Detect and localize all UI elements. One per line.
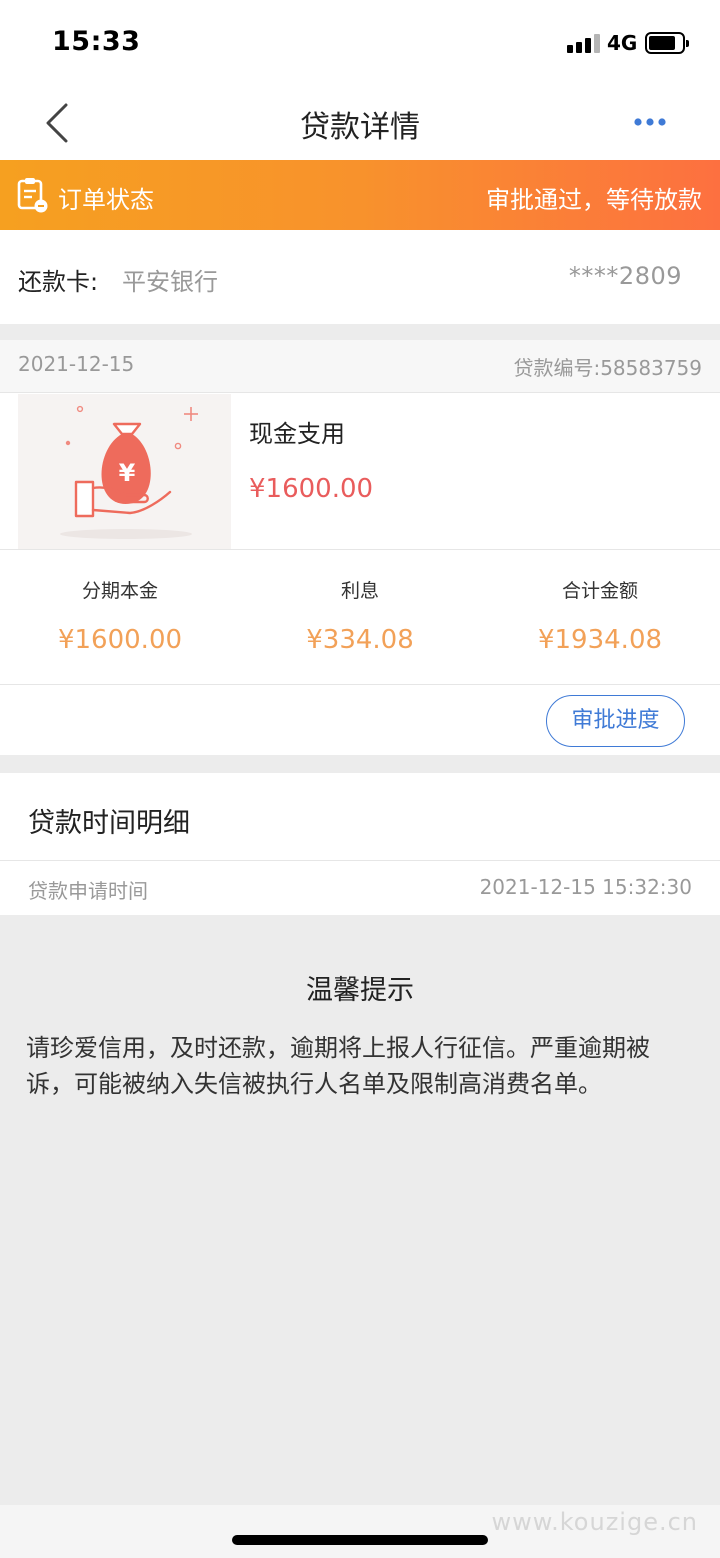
summary-label: 合计金额 [561,580,638,602]
summary-value: ¥334.08 [306,625,414,655]
loan-time-detail: 贷款时间明细 贷款申请时间 2021-12-15 15:32:30 [0,773,720,915]
loan-date: 2021-12-15 [18,352,135,376]
summary-value: ¥1934.08 [537,625,663,655]
summary-total: 合计金额 ¥1934.08 [480,576,720,655]
watermark: www.kouzige.cn [491,1508,698,1536]
section-title: 贷款时间明细 [28,808,190,839]
tips-title: 温馨提示 [306,975,414,1006]
summary-interest: 利息 ¥334.08 [240,576,480,655]
summary-label: 利息 [340,580,379,602]
battery-icon [645,32,689,54]
order-status-banner: 订单状态 审批通过，等待放款 [0,160,720,230]
loan-card: 2021-12-15 贷款编号:58583759 ¥ 现金支用 ¥1600.00… [0,340,720,755]
network-type: 4G [607,31,638,55]
divider [0,549,720,550]
home-indicator[interactable] [232,1535,488,1545]
nav-bar: 贷款详情 [0,88,720,160]
order-status-label: 订单状态 [58,186,154,214]
repay-card-row: 还款卡: 平安银行 ****2809 [0,230,720,324]
order-status-value: 审批通过，等待放款 [486,186,702,214]
divider [0,860,720,861]
svg-text:¥: ¥ [119,459,136,487]
clipboard-icon [16,176,50,214]
product-amount: ¥1600.00 [249,474,374,504]
repay-card-bank: 平安银行 [122,268,218,296]
more-dots-icon[interactable] [632,114,672,134]
loan-header: 2021-12-15 贷款编号:58583759 [0,340,720,393]
money-bag-hand-icon: ¥ [18,394,231,549]
repay-card-label: 还款卡: [18,268,99,296]
loan-number: 贷款编号:58583759 [513,356,702,380]
repay-card-number: ****2809 [568,262,682,290]
status-time: 15:33 [52,26,141,57]
apply-time-value: 2021-12-15 15:32:30 [479,875,692,899]
product-name: 现金支用 [249,420,345,448]
tips-text: 请珍爱信用，及时还款，逾期将上报人行征信。严重逾期被诉，可能被纳入失信被执行人名… [26,1034,650,1098]
summary-value: ¥1600.00 [57,625,183,655]
summary-label: 分期本金 [81,580,158,602]
divider [0,684,720,685]
approval-progress-button[interactable]: 审批进度 [546,695,685,747]
page-title: 贷款详情 [300,110,420,145]
signal-icon [567,33,601,53]
summary-principal: 分期本金 ¥1600.00 [0,576,240,655]
status-bar: 15:33 4G [0,0,720,88]
apply-time-label: 贷款申请时间 [28,879,148,903]
